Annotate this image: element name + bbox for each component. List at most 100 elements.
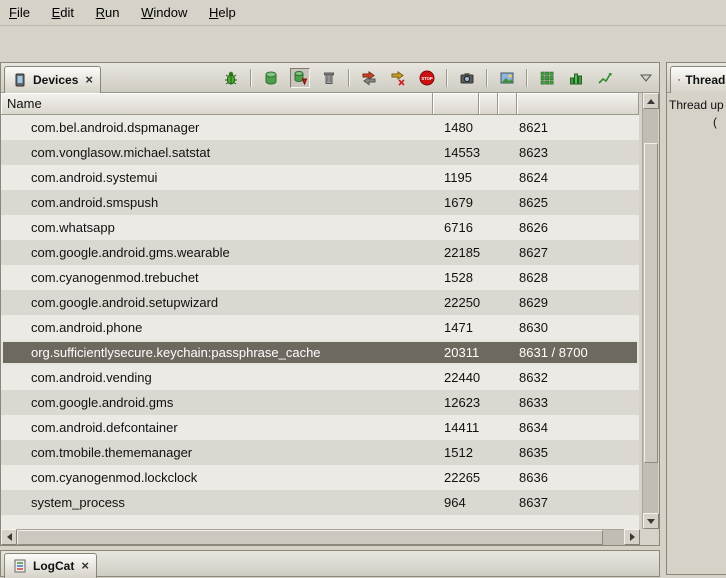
scroll-right-button[interactable]	[624, 529, 640, 545]
table-row[interactable]: com.bel.android.dspmanager14808621	[1, 115, 639, 140]
table-row[interactable]: com.google.android.gms.wearable221858627	[1, 240, 639, 265]
vertical-scrollbar[interactable]	[642, 93, 658, 529]
table-row[interactable]: com.android.phone14718630	[1, 315, 639, 340]
horizontal-scrollbar-thumb[interactable]	[17, 530, 603, 545]
menu-window[interactable]: Window	[132, 0, 196, 24]
dropdown-triangle-icon	[638, 70, 654, 86]
process-port: 8624	[519, 165, 548, 190]
process-name: com.android.systemui	[31, 165, 157, 190]
table-row[interactable]: com.google.android.setupwizard222508629	[1, 290, 639, 315]
process-port: 8634	[519, 415, 548, 440]
table-row[interactable]: com.vonglasow.michael.satstat145538623	[1, 140, 639, 165]
column-header-label: Name	[7, 96, 42, 111]
opengl-trace-button[interactable]	[595, 68, 615, 88]
update-threads-icon	[361, 70, 377, 86]
tab-label: Devices	[33, 73, 78, 87]
column-header-port[interactable]	[517, 93, 639, 115]
start-method-profiling-button[interactable]	[566, 68, 586, 88]
table-row[interactable]: com.cyanogenmod.lockclock 22265 8636	[1, 465, 639, 490]
process-name: com.android.smspush	[31, 190, 158, 215]
update-threads-button[interactable]	[359, 68, 379, 88]
column-header-blank-2[interactable]	[498, 93, 517, 115]
toolbar-separator	[348, 69, 350, 87]
table-row[interactable]: com.google.android.gms126238633	[1, 390, 639, 415]
process-pid: 14553	[444, 140, 480, 165]
devices-panel: Devices ×	[0, 62, 660, 546]
tab-threads[interactable]: Threads	[670, 66, 726, 93]
table-row[interactable]: com.cyanogenmod.trebuchet15288628	[1, 265, 639, 290]
column-header-pid[interactable]	[433, 93, 479, 115]
process-port: 8626	[519, 215, 548, 240]
dump-hprof-button[interactable]	[290, 68, 310, 88]
column-header-name[interactable]: Name	[1, 93, 433, 115]
menu-edit[interactable]: Edit	[43, 0, 83, 24]
vertical-scrollbar-thumb[interactable]	[644, 143, 658, 463]
process-port: 8633	[519, 390, 548, 415]
debug-process-button[interactable]	[221, 68, 241, 88]
stop-process-button[interactable]: STOP	[417, 68, 437, 88]
svg-text:STOP: STOP	[421, 76, 433, 81]
logcat-panel: LogCat ×	[0, 550, 660, 577]
column-header-blank-1[interactable]	[479, 93, 498, 115]
debug-icon	[223, 70, 239, 86]
tab-devices[interactable]: Devices ×	[4, 66, 101, 93]
table-row[interactable]: com.android.systemui11958624	[1, 165, 639, 190]
table-row[interactable]: com.android.smspush16798625	[1, 190, 639, 215]
dump-threads-button[interactable]	[388, 68, 408, 88]
tab-logcat[interactable]: LogCat ×	[4, 553, 97, 578]
process-port: 8623	[519, 140, 548, 165]
table-row[interactable]: com.android.vending224408632	[1, 365, 639, 390]
process-name: com.google.android.gms	[31, 390, 173, 415]
threads-message-line2: (	[669, 114, 724, 131]
capture-systrace-button[interactable]	[537, 68, 557, 88]
menu-run[interactable]: Run	[87, 0, 129, 24]
close-icon[interactable]: ×	[85, 75, 93, 85]
table-row[interactable]: org.sufficientlysecure.keychain:passphra…	[1, 340, 639, 365]
screen-record-button[interactable]	[497, 68, 517, 88]
menu-help[interactable]: Help	[200, 0, 245, 24]
scroll-up-button[interactable]	[643, 93, 659, 109]
table-header: Name	[1, 93, 659, 115]
picture-icon	[499, 70, 515, 86]
scroll-down-button[interactable]	[643, 513, 659, 529]
process-name: com.google.android.gms.wearable	[31, 240, 230, 265]
process-name: com.whatsapp	[31, 215, 115, 240]
process-name: com.bel.android.dspmanager	[31, 115, 199, 140]
process-port: 8637	[519, 490, 548, 515]
process-pid: 22440	[444, 365, 480, 390]
scroll-left-button[interactable]	[1, 529, 17, 545]
update-heap-button[interactable]	[261, 68, 281, 88]
table-row[interactable]: com.android.defcontainer144118634	[1, 415, 639, 440]
view-menu-icon[interactable]	[636, 68, 656, 88]
stop-icon: STOP	[419, 70, 435, 86]
cause-gc-button[interactable]	[319, 68, 339, 88]
systrace-grid-icon	[539, 70, 555, 86]
threads-panel: Threads Thread up (	[666, 62, 726, 575]
profiling-bars-icon	[568, 70, 584, 86]
logcat-icon	[12, 558, 28, 574]
toolbar-separator	[526, 69, 528, 87]
close-icon[interactable]: ×	[81, 561, 89, 571]
menu-file[interactable]: File	[0, 0, 39, 24]
camera-icon	[459, 70, 475, 86]
process-name: com.android.phone	[31, 315, 142, 340]
process-pid: 22265	[444, 465, 480, 490]
process-pid: 20311	[444, 340, 479, 365]
device-icon	[12, 72, 28, 88]
process-port: 8636	[519, 465, 548, 490]
screen-capture-button[interactable]	[457, 68, 477, 88]
process-name: system_process	[31, 490, 125, 515]
table-row[interactable]: com.tmobile.thememanager15128635	[1, 440, 639, 465]
toolbar-separator	[446, 69, 448, 87]
table-row[interactable]: com.whatsapp 6716 8626	[1, 215, 639, 240]
process-pid: 6716	[444, 215, 473, 240]
arrow-left-icon	[7, 533, 12, 541]
table-row[interactable]: system_process9648637	[1, 490, 639, 515]
process-name: com.cyanogenmod.lockclock	[31, 465, 197, 490]
process-name: com.android.vending	[31, 365, 152, 390]
process-name: com.tmobile.thememanager	[31, 440, 192, 465]
horizontal-scrollbar[interactable]	[1, 529, 640, 545]
process-name: com.google.android.setupwizard	[31, 290, 218, 315]
process-pid: 1471	[444, 315, 473, 340]
process-pid: 1528	[444, 265, 473, 290]
